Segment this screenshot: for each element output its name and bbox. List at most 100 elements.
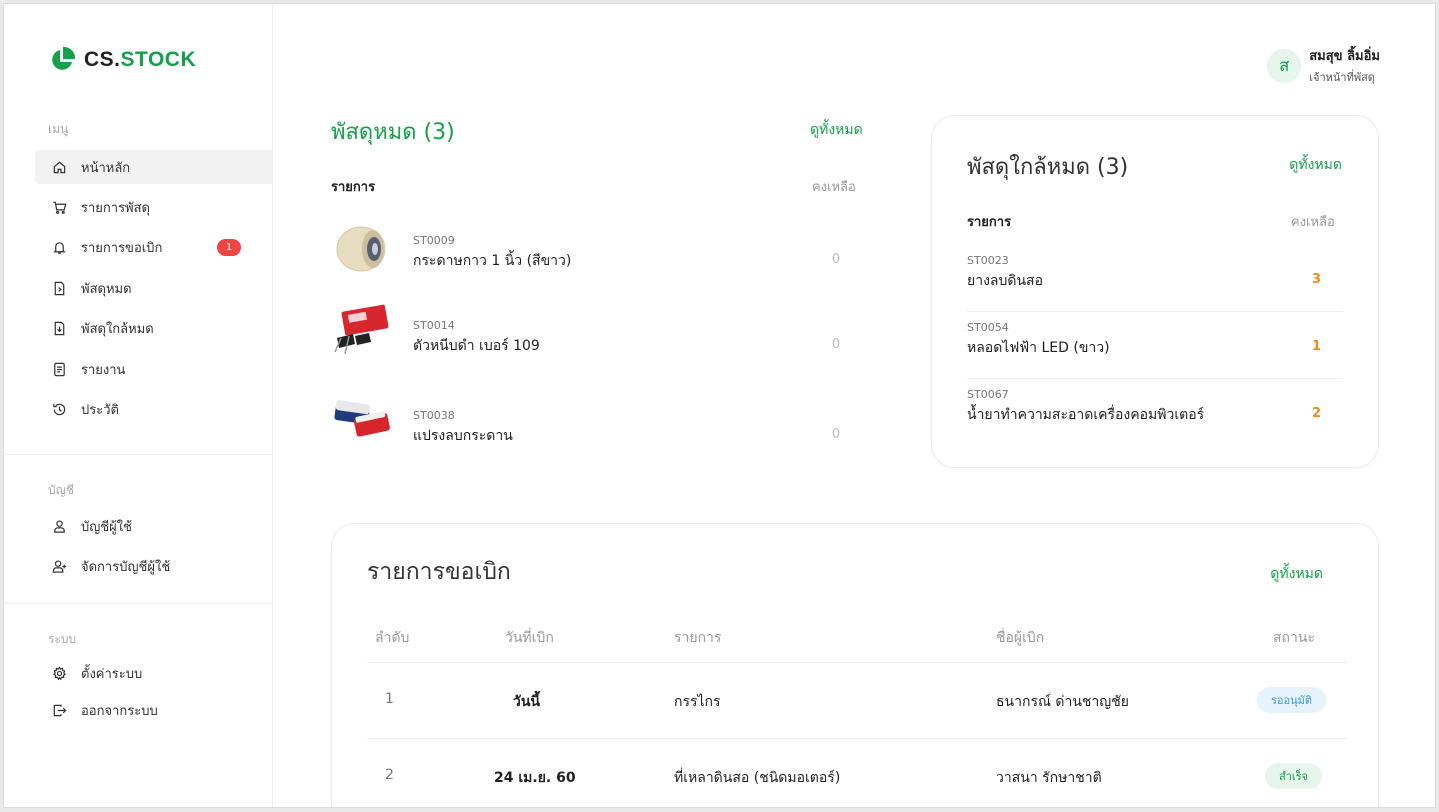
logout-icon (53, 704, 67, 716)
status-badge: รออนุมัติ (1257, 687, 1327, 713)
user-icon (54, 519, 65, 533)
bell-icon (53, 241, 66, 254)
sidebar-item-label: รายการขอเบิก (81, 240, 163, 256)
sidebar-item-label: ออกจากระบบ (81, 703, 158, 719)
sidebar-item-label: รายงาน (81, 362, 126, 378)
history-icon (53, 403, 66, 415)
item-remaining: 1 (1311, 339, 1321, 354)
box-low-icon (54, 321, 65, 335)
gear-icon (52, 665, 67, 680)
sidebar-item-label: บัญชีผู้ใช้ (81, 519, 132, 535)
table-row[interactable]: 2 24 เม.ย. 60 ที่เหลาดินสอ (ชนิดมอเตอร์)… (367, 739, 1347, 807)
out-of-stock-view-all-link[interactable]: ดูทั้งหมด (810, 119, 863, 141)
cell-item: ที่เหลาดินสอ (ชนิดมอเตอร์) (674, 770, 841, 786)
cell-requester: ธนากรณ์ ด่านชาญชัย (996, 694, 1129, 710)
binder-clip-image (334, 304, 389, 355)
system-section-title: ระบบ (48, 632, 77, 646)
item-remaining: 0 (831, 427, 841, 442)
logo-prefix: CS. (84, 48, 121, 71)
low-stock-col-item: รายการ (967, 215, 1012, 230)
sidebar-item-label: ประวัติ (81, 402, 119, 418)
list-item[interactable]: ST0038 แปรงลบกระดาน 0 (331, 392, 871, 462)
cell-requester: วาสนา รักษาชาติ (996, 770, 1102, 786)
user-role: เจ้าหน้าที่พัสดุ (1309, 71, 1375, 84)
sidebar-item-report[interactable]: รายงาน (35, 352, 273, 386)
sidebar-divider (4, 603, 273, 604)
cart-icon (53, 201, 67, 214)
sidebar-item-label: พัสดุใกล้หมด (81, 321, 154, 337)
user-profile[interactable]: ส สมสุข ลิ้มอิ่ม เจ้าหน้าที่พัสดุ (1267, 45, 1380, 86)
user-info: สมสุข ลิ้มอิ่ม เจ้าหน้าที่พัสดุ (1309, 45, 1380, 86)
column-header-item: รายการ (674, 630, 722, 646)
list-item[interactable]: ST0014 ตัวหนีบดำ เบอร์ 109 0 (331, 302, 871, 372)
whiteboard-eraser-image (334, 400, 390, 437)
item-remaining: 3 (1311, 272, 1321, 287)
pie-chart-logo-icon (52, 46, 76, 70)
out-of-stock-col-item: รายการ (331, 180, 376, 195)
requisitions-card: รายการขอเบิก ดูทั้งหมด ลำดับ วันที่เบิก … (331, 523, 1379, 807)
sidebar-item-home[interactable]: หน้าหลัก (35, 150, 273, 184)
item-remaining: 0 (831, 337, 841, 352)
sidebar-item-label: จัดการบัญชีผู้ใช้ (81, 559, 171, 575)
avatar: ส (1267, 48, 1302, 83)
sidebar-item-logout[interactable]: ออกจากระบบ (35, 693, 273, 727)
logo-text: CS.STOCK (84, 48, 196, 72)
sidebar-item-history[interactable]: ประวัติ (35, 392, 273, 426)
item-name: ตัวหนีบดำ เบอร์ 109 (413, 338, 540, 354)
cell-date: วันนี้ (513, 694, 541, 710)
low-stock-title: พัสดุใกล้หมด (3) (967, 155, 1129, 180)
out-of-stock-title: พัสดุหมด (3) (331, 120, 455, 145)
list-item[interactable]: ST0009 กระดาษกาว 1 นิ้ว (สีขาว) 0 (331, 217, 871, 287)
user-name: สมสุข ลิ้มอิ่ม (1309, 49, 1380, 64)
column-header-requester: ชื่อผู้เบิก (996, 630, 1045, 646)
sidebar-item-label: ตั้งค่าระบบ (81, 666, 143, 682)
list-item[interactable]: ST0054 หลอดไฟฟ้า LED (ขาว) 1 (967, 312, 1343, 379)
sidebar-item-user-account[interactable]: บัญชีผู้ใช้ (35, 509, 273, 543)
table-row[interactable]: 1 วันนี้ กรรไกร ธนากรณ์ ด่านชาญชัย รออนุ… (367, 663, 1347, 739)
notification-badge: 1 (217, 238, 241, 256)
low-stock-view-all-link[interactable]: ดูทั้งหมด (1289, 154, 1342, 176)
item-name: หลอดไฟฟ้า LED (ขาว) (967, 340, 1110, 356)
app-window: CS.STOCK เมนู หน้าหลัก รายการพัสดุ รายกา… (3, 3, 1436, 808)
logo[interactable]: CS.STOCK (48, 46, 196, 74)
item-name: น้ำยาทำความสะอาดเครื่องคอมพิวเตอร์ (967, 407, 1205, 423)
list-item[interactable]: ST0023 ยางลบดินสอ 3 (967, 245, 1343, 312)
list-item[interactable]: ST0067 น้ำยาทำความสะอาดเครื่องคอมพิวเตอร… (967, 379, 1343, 446)
sidebar-item-low-stock[interactable]: พัสดุใกล้หมด (35, 311, 273, 345)
sidebar-item-label: รายการพัสดุ (81, 200, 150, 216)
account-section-title: บัญชี (48, 483, 74, 497)
cell-no: 1 (385, 691, 394, 707)
sidebar-divider (4, 454, 273, 455)
item-code: ST0014 (413, 319, 455, 332)
item-code: ST0023 (967, 254, 1009, 267)
cell-date: 24 เม.ย. 60 (494, 770, 576, 786)
column-header-date: วันที่เบิก (505, 630, 554, 646)
sidebar-item-settings[interactable]: ตั้งค่าระบบ (35, 656, 273, 690)
sidebar-item-requisitions[interactable]: รายการขอเบิก 1 (35, 230, 273, 264)
column-header-no: ลำดับ (375, 630, 410, 646)
item-code: ST0009 (413, 234, 455, 247)
sidebar-item-manage-users[interactable]: จัดการบัญชีผู้ใช้ (35, 549, 273, 583)
item-name: กระดาษกาว 1 นิ้ว (สีขาว) (413, 253, 572, 269)
cell-item: กรรไกร (674, 694, 721, 710)
requisitions-view-all-link[interactable]: ดูทั้งหมด (1270, 563, 1323, 585)
item-remaining: 0 (831, 252, 841, 267)
home-icon (53, 161, 66, 173)
report-icon (54, 362, 65, 376)
sidebar-item-items[interactable]: รายการพัสดุ (35, 190, 273, 224)
sidebar: CS.STOCK เมนู หน้าหลัก รายการพัสดุ รายกา… (4, 4, 273, 807)
item-name: ยางลบดินสอ (967, 273, 1043, 289)
sidebar-item-label: พัสดุหมด (81, 281, 132, 297)
low-stock-col-remaining: คงเหลือ (1291, 215, 1335, 230)
status-badge: สำเร็จ (1265, 763, 1323, 789)
user-manage-icon (52, 559, 67, 573)
item-remaining: 2 (1311, 406, 1321, 421)
item-code: ST0038 (413, 409, 455, 422)
sidebar-item-out-of-stock[interactable]: พัสดุหมด (35, 271, 273, 305)
menu-section-title: เมนู (48, 122, 69, 136)
cell-no: 2 (385, 767, 394, 783)
item-name: แปรงลบกระดาน (413, 428, 513, 444)
logo-suffix: STOCK (120, 48, 197, 71)
sidebar-item-label: หน้าหลัก (81, 160, 131, 176)
masking-tape-image (336, 226, 386, 272)
